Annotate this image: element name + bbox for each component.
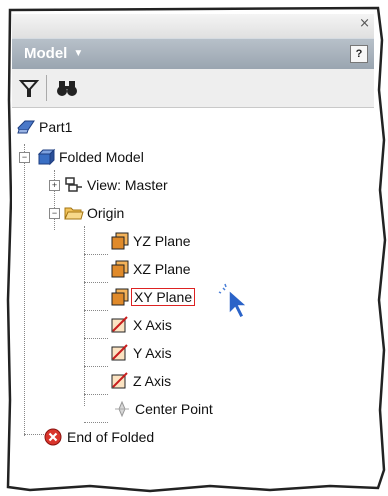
panel-title-bar: Model ▼ ? xyxy=(12,38,374,69)
end-of-part-icon xyxy=(44,428,62,446)
tree-connector xyxy=(84,338,108,339)
browser-toolbar xyxy=(12,69,374,108)
tree-item-label: Y Axis xyxy=(133,345,172,361)
tree-connector xyxy=(54,170,55,230)
center-point-icon xyxy=(112,400,130,418)
close-icon[interactable]: × xyxy=(359,16,370,31)
tree-item-x-axis[interactable]: X Axis xyxy=(110,314,172,336)
tree-item-label: Origin xyxy=(87,205,125,221)
part-icon xyxy=(16,118,35,136)
expand-toggle[interactable]: + xyxy=(49,180,60,191)
tree-item-y-axis[interactable]: Y Axis xyxy=(110,342,172,364)
axis-icon xyxy=(110,372,128,390)
tree-item-folded-model[interactable]: Folded Model xyxy=(36,146,144,168)
tree-connector xyxy=(84,310,108,311)
binoculars-icon[interactable] xyxy=(56,77,80,99)
filter-icon[interactable] xyxy=(18,77,42,99)
tree-item-label: Folded Model xyxy=(59,149,144,165)
panel-title: Model xyxy=(24,45,68,62)
tree-connector xyxy=(84,366,108,367)
help-button[interactable]: ? xyxy=(350,45,368,63)
plane-icon xyxy=(110,260,129,278)
model-dropdown[interactable]: Model ▼ xyxy=(24,45,83,62)
toolbar-separator xyxy=(46,75,47,101)
panel-top-strip: × xyxy=(12,14,374,38)
tree-connector xyxy=(84,226,85,406)
folder-icon xyxy=(64,204,84,222)
collapse-toggle[interactable]: − xyxy=(19,152,30,163)
plane-icon xyxy=(110,288,129,306)
tree-item-xz-plane[interactable]: XZ Plane xyxy=(110,258,191,280)
tree-item-label: Z Axis xyxy=(133,373,172,389)
tree-item-label: Part1 xyxy=(39,119,73,135)
tree-item-label: Center Point xyxy=(135,401,213,417)
tree-item-label: XZ Plane xyxy=(133,261,191,277)
tree-item-xy-plane[interactable]: XY Plane xyxy=(110,286,196,308)
tree-item-label: End of Folded xyxy=(67,429,155,445)
model-tree: − + − Part1 Folded Model View: Master Or… xyxy=(12,108,374,480)
view-rep-icon xyxy=(64,176,82,194)
tree-item-label: View: Master xyxy=(87,177,168,193)
axis-icon xyxy=(110,316,128,334)
tree-connector xyxy=(24,144,25,436)
sheet-metal-icon xyxy=(36,148,56,166)
tree-item-yz-plane[interactable]: YZ Plane xyxy=(110,230,191,252)
tree-connector xyxy=(84,282,108,283)
model-browser-panel: × Model ▼ ? − + − Part1 Folded Model Vie… xyxy=(12,14,374,480)
tree-connector xyxy=(24,434,44,435)
tree-connector xyxy=(84,394,108,395)
chevron-down-icon: ▼ xyxy=(73,48,84,59)
tree-item-label-highlighted: XY Plane xyxy=(131,288,196,306)
tree-item-origin[interactable]: Origin xyxy=(64,202,124,224)
plane-icon xyxy=(110,232,129,250)
tree-item-part1[interactable]: Part1 xyxy=(16,116,72,138)
collapse-toggle[interactable]: − xyxy=(49,208,60,219)
tree-item-view-master[interactable]: View: Master xyxy=(64,174,168,196)
tree-item-label: YZ Plane xyxy=(133,233,191,249)
mouse-cursor-icon xyxy=(213,280,253,325)
axis-icon xyxy=(110,344,128,362)
tree-item-center-point[interactable]: Center Point xyxy=(112,398,213,420)
tree-item-end-of-folded[interactable]: End of Folded xyxy=(44,426,154,448)
tree-item-z-axis[interactable]: Z Axis xyxy=(110,370,171,392)
tree-connector xyxy=(84,422,108,423)
tree-connector xyxy=(84,254,108,255)
tree-item-label: X Axis xyxy=(133,317,172,333)
